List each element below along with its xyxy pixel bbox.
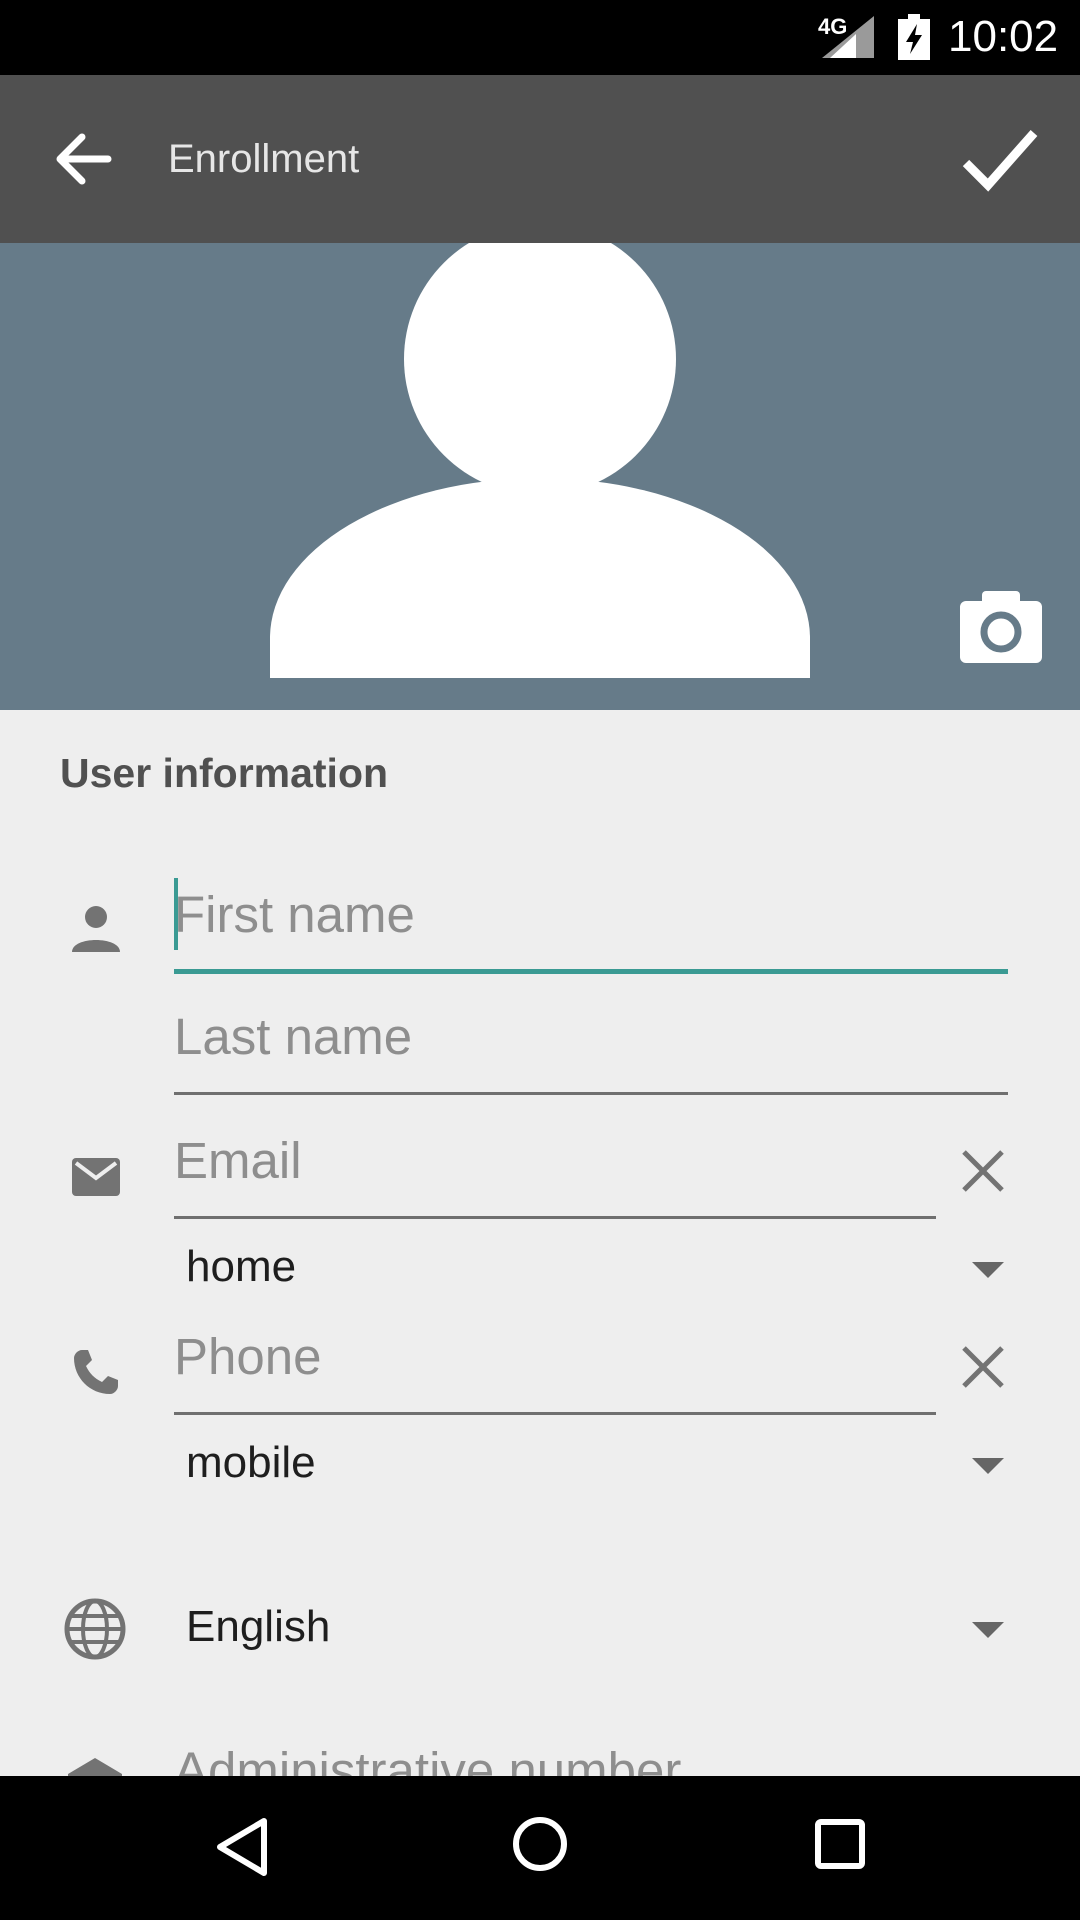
status-bar: 4G 10:02 bbox=[0, 0, 1080, 75]
phone-placeholder: Phone bbox=[174, 1328, 322, 1385]
dropdown-arrow-icon bbox=[972, 1622, 1004, 1638]
phone-type-value: mobile bbox=[186, 1438, 316, 1487]
app-bar: Enrollment bbox=[0, 75, 1080, 243]
globe-icon bbox=[64, 1598, 126, 1660]
navigation-bar bbox=[0, 1776, 1080, 1920]
language-value: English bbox=[186, 1602, 331, 1651]
email-type-value: home bbox=[186, 1242, 297, 1291]
dropdown-arrow-icon bbox=[972, 1458, 1004, 1474]
status-time: 10:02 bbox=[948, 12, 1059, 61]
save-check-icon[interactable] bbox=[960, 125, 1040, 195]
first-name-field[interactable]: First name bbox=[174, 872, 1008, 974]
nav-recents-icon[interactable] bbox=[814, 1818, 866, 1870]
page-title: Enrollment bbox=[168, 137, 360, 181]
avatar-head bbox=[404, 243, 676, 495]
nav-home-icon[interactable] bbox=[512, 1816, 568, 1872]
last-name-placeholder: Last name bbox=[174, 1008, 413, 1065]
nav-back-icon[interactable] bbox=[214, 1816, 270, 1878]
clear-phone-icon[interactable] bbox=[958, 1342, 1008, 1392]
phone-type-select[interactable]: mobile bbox=[174, 1436, 1018, 1496]
clear-email-icon[interactable] bbox=[958, 1146, 1008, 1196]
person-icon bbox=[72, 906, 120, 952]
section-title: User information bbox=[60, 750, 389, 796]
avatar-photo bbox=[0, 243, 1080, 710]
phone-icon bbox=[74, 1350, 118, 1394]
battery-charging-icon bbox=[898, 14, 930, 60]
first-name-placeholder: First name bbox=[174, 886, 415, 943]
email-placeholder: Email bbox=[174, 1132, 302, 1189]
email-field[interactable]: Email bbox=[174, 1130, 936, 1219]
dropdown-arrow-icon bbox=[972, 1262, 1004, 1278]
email-icon bbox=[72, 1158, 120, 1196]
camera-icon[interactable] bbox=[960, 591, 1042, 663]
language-select[interactable]: English bbox=[174, 1600, 1018, 1660]
avatar-body bbox=[270, 478, 810, 678]
email-type-select[interactable]: home bbox=[174, 1240, 1018, 1300]
back-arrow-icon[interactable] bbox=[52, 131, 114, 187]
phone-field[interactable]: Phone bbox=[174, 1326, 936, 1415]
signal-icon bbox=[822, 16, 874, 58]
last-name-field[interactable]: Last name bbox=[174, 1006, 1008, 1095]
